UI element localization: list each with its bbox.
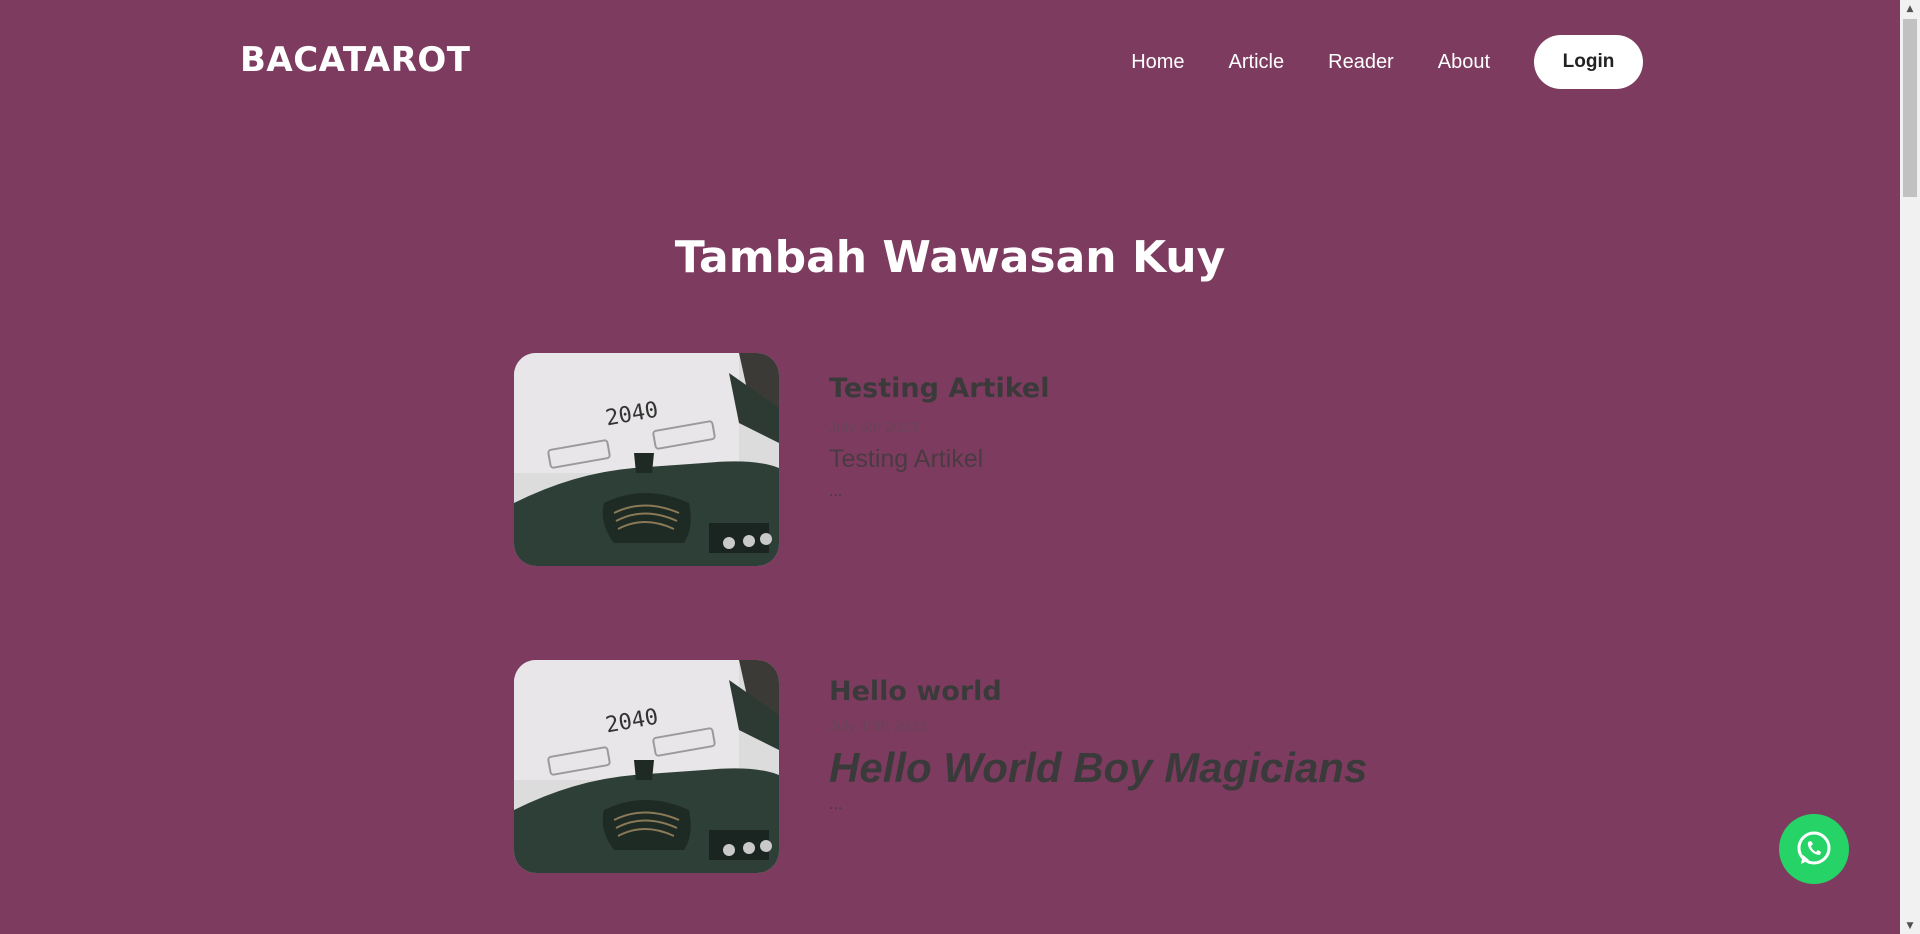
article-ellipsis: ...	[829, 483, 843, 500]
article-date: July 10th 2023	[829, 718, 927, 735]
vertical-scrollbar[interactable]: ▲ ▼	[1900, 0, 1920, 934]
main-nav: Home Article Reader About Login	[1131, 35, 1643, 89]
nav-article-link[interactable]: Article	[1229, 35, 1285, 89]
article-title[interactable]: Hello world	[829, 676, 1002, 707]
article-card[interactable]: 2040 Hello world July 10th 2023 Hello Wo…	[514, 660, 1514, 874]
article-thumbnail[interactable]: 2040	[514, 353, 779, 566]
whatsapp-icon	[1797, 831, 1831, 865]
article-ellipsis: ...	[829, 796, 843, 813]
scroll-up-arrow-icon[interactable]: ▲	[1900, 0, 1920, 17]
nav-about-link[interactable]: About	[1438, 35, 1490, 89]
page: BACATAROT Home Article Reader About Logi…	[0, 0, 1920, 934]
scroll-down-arrow-icon[interactable]: ▼	[1900, 917, 1920, 934]
article-excerpt: Hello World Boy Magicians	[829, 744, 1368, 791]
whatsapp-button[interactable]	[1779, 814, 1849, 884]
article-excerpt: Testing Artikel	[829, 445, 984, 473]
site-logo[interactable]: BACATAROT	[240, 40, 471, 80]
article-thumbnail[interactable]: 2040	[514, 660, 779, 873]
scrollbar-thumb[interactable]	[1903, 19, 1917, 197]
nav-home-link[interactable]: Home	[1131, 35, 1184, 89]
article-title[interactable]: Testing Artikel	[829, 373, 1050, 404]
article-card[interactable]: 2040 Testing Artikel July 5th 2023 Testi…	[514, 353, 1514, 567]
login-button[interactable]: Login	[1534, 35, 1643, 89]
page-title: Tambah Wawasan Kuy	[674, 232, 1226, 283]
article-date: July 5th 2023	[829, 419, 919, 436]
nav-reader-link[interactable]: Reader	[1328, 35, 1394, 89]
